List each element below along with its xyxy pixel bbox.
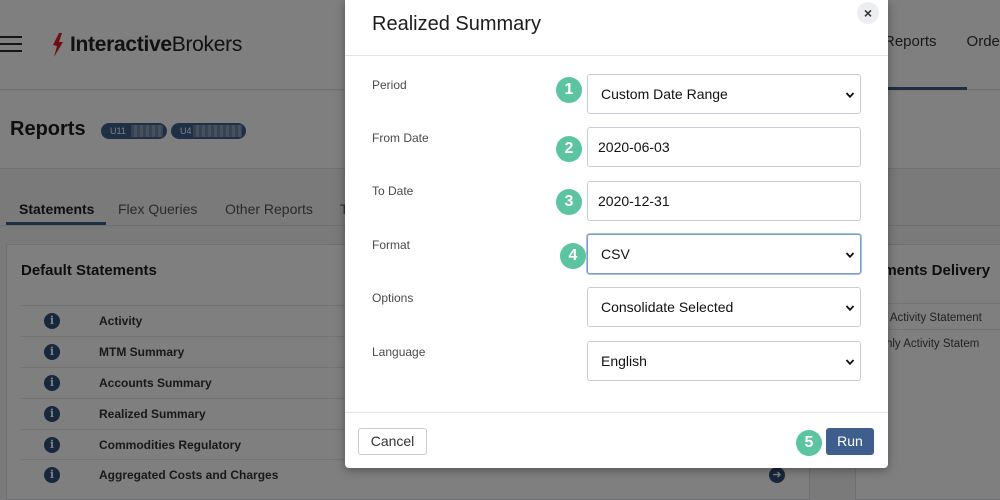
chevron-down-icon xyxy=(845,305,855,312)
period-label: Period xyxy=(372,78,407,92)
close-icon[interactable]: × xyxy=(857,2,879,24)
from-date-label: From Date xyxy=(372,131,429,145)
step-badge: 2 xyxy=(556,136,582,162)
format-label: Format xyxy=(372,238,411,252)
run-button[interactable]: Run xyxy=(826,428,874,455)
dialog-title: Realized Summary xyxy=(372,13,541,35)
language-select[interactable]: English xyxy=(587,341,861,381)
period-select[interactable]: Custom Date Range xyxy=(587,74,861,114)
chevron-down-icon xyxy=(845,359,855,366)
dialog-footer: Cancel 5 Run xyxy=(345,412,888,468)
options-label: Options xyxy=(372,291,414,305)
step-badge: 3 xyxy=(556,189,582,215)
step-badge: 5 xyxy=(796,430,822,456)
format-select[interactable]: CSV xyxy=(587,234,861,274)
from-date-input[interactable]: 2020-06-03 xyxy=(587,127,861,167)
step-badge: 4 xyxy=(560,243,586,269)
options-select[interactable]: Consolidate Selected xyxy=(587,287,861,327)
chevron-down-icon xyxy=(845,92,855,99)
cancel-button[interactable]: Cancel xyxy=(358,428,427,455)
realized-summary-dialog: Realized Summary × Period 1 Custom Date … xyxy=(345,0,888,468)
chevron-down-icon xyxy=(845,252,855,259)
step-badge: 1 xyxy=(556,77,582,103)
language-label: Language xyxy=(372,345,426,359)
to-date-label: To Date xyxy=(372,184,414,198)
dialog-header: Realized Summary × xyxy=(345,0,888,56)
to-date-input[interactable]: 2020-12-31 xyxy=(587,181,861,221)
